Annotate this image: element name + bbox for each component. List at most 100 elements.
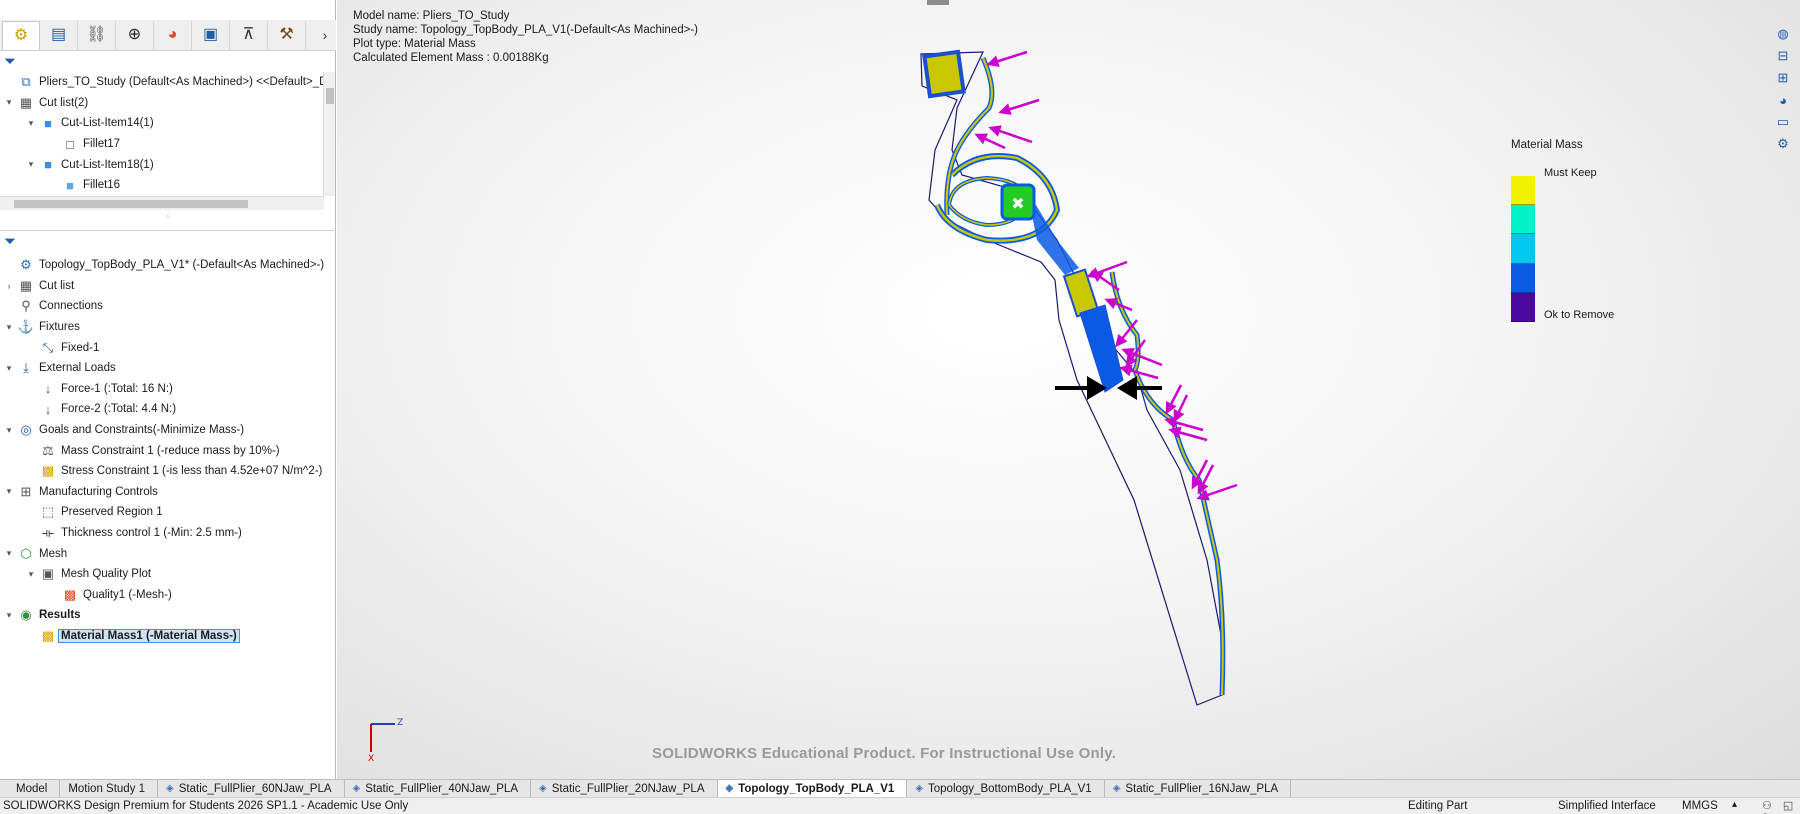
document-tab[interactable]: ◈ Topology_BottomBody_PLA_V1 bbox=[907, 780, 1105, 797]
display-style-icon[interactable]: ⊟ bbox=[1772, 46, 1794, 66]
tree-item[interactable]: ⤡ Fixed-1 bbox=[0, 337, 336, 358]
tree-item[interactable]: ▾ ▦ Cut list(2) bbox=[0, 93, 336, 114]
tree-item[interactable]: ▾ ⤓ External Loads bbox=[0, 358, 336, 379]
scene-icon[interactable]: ▭ bbox=[1772, 112, 1794, 132]
expand-toggle-icon[interactable]: ▾ bbox=[2, 97, 16, 108]
expand-toggle-icon[interactable]: ▾ bbox=[24, 118, 38, 129]
tree-item[interactable]: ⚲ Connections bbox=[0, 296, 336, 317]
study-tree-filter[interactable]: ⏷ bbox=[0, 230, 336, 252]
panel-splitter[interactable]: ⁘ bbox=[0, 214, 336, 222]
tree-item[interactable]: ▩ Quality1 (-Mesh-) bbox=[0, 585, 336, 606]
units-selector[interactable]: MMGS bbox=[1682, 800, 1718, 812]
tree-item-label: Cut list bbox=[39, 279, 75, 292]
expand-toggle-icon[interactable]: › bbox=[2, 281, 16, 291]
filter-icon[interactable]: ⏷ bbox=[4, 233, 16, 250]
appearance-icon[interactable]: ◕ bbox=[1772, 90, 1794, 110]
tree-item[interactable]: ▩ Stress Constraint 1 (-is less than 4.52… bbox=[0, 461, 336, 482]
folder-icon: ■ bbox=[44, 157, 52, 173]
tree-item[interactable]: ▾ ⊞ Manufacturing Controls bbox=[0, 482, 336, 503]
tree-item[interactable]: ▾ ■ Cut-List-Item14(1) bbox=[0, 113, 336, 134]
expand-toggle-icon[interactable]: ▾ bbox=[24, 569, 38, 580]
expand-toggle-icon[interactable]: ▾ bbox=[2, 486, 16, 497]
cutlist-vertical-scrollbar[interactable] bbox=[323, 72, 335, 196]
expand-toggle-icon[interactable]: ▾ bbox=[2, 322, 16, 333]
tab-scroll-right-icon[interactable]: › bbox=[314, 27, 336, 43]
tree-item[interactable]: ⟛ Thickness control 1 (-Min: 2.5 mm-) bbox=[0, 523, 336, 544]
expand-toggle-icon[interactable]: ▾ bbox=[2, 610, 16, 621]
status-tool-icons[interactable]: ⚇ ◱ ? bbox=[1762, 799, 1800, 814]
tree-item[interactable]: ⬚ Preserved Region 1 bbox=[0, 502, 336, 523]
document-tab[interactable]: ◈ Static_FullPlier_40NJaw_PLA bbox=[345, 780, 532, 797]
document-tab[interactable]: Model bbox=[8, 780, 61, 797]
topology-result-model[interactable]: ✖ bbox=[337, 0, 1800, 779]
document-tab[interactable]: ◈ Static_FullPlier_20NJaw_PLA bbox=[531, 780, 718, 797]
manager-tab[interactable]: ⚙ bbox=[2, 20, 40, 50]
manager-tab[interactable]: ◕ bbox=[154, 20, 192, 50]
status-interface[interactable]: Simplified Interface bbox=[1558, 800, 1656, 812]
pivot-marker: ✖ bbox=[1011, 194, 1024, 213]
material-mass-legend: Material Mass Must Keep Ok to Remove bbox=[1511, 139, 1651, 323]
document-tab[interactable]: ◈ Topology_TopBody_PLA_V1 bbox=[717, 780, 908, 797]
tree-item[interactable]: ▾ ⚓ Fixtures bbox=[0, 317, 336, 338]
load-arrows[interactable] bbox=[974, 50, 1238, 501]
view-orientation-icon[interactable]: ◍ bbox=[1772, 24, 1794, 44]
units-arrow-icon[interactable]: ▴ bbox=[1732, 799, 1737, 810]
tree-item[interactable]: ⚖ Mass Constraint 1 (-reduce mass by 10%-… bbox=[0, 440, 336, 461]
document-tab[interactable]: Motion Study 1 bbox=[60, 780, 159, 797]
tree-item-label: Manufacturing Controls bbox=[39, 485, 158, 498]
manager-tab[interactable]: ⛓ bbox=[78, 20, 116, 50]
manager-tab[interactable]: ▤ bbox=[40, 20, 78, 50]
manager-tab[interactable]: ▣ bbox=[192, 20, 230, 50]
tree-item[interactable]: □ Fillet17 bbox=[0, 134, 336, 155]
expand-toggle-icon[interactable]: ▾ bbox=[2, 363, 16, 374]
tree-item-label: Mesh Quality Plot bbox=[61, 568, 152, 581]
handle-rib[interactable] bbox=[1109, 271, 1226, 696]
tree-item[interactable]: ▾ ■ Cut-List-Item18(1) bbox=[0, 154, 336, 175]
tree-item-label: Force-2 (:Total: 4.4 N:) bbox=[61, 403, 177, 416]
view-settings-icon[interactable]: ⚙ bbox=[1772, 134, 1794, 154]
cutlist-filter[interactable]: ⏷ bbox=[0, 50, 336, 72]
jaw-keep-region[interactable] bbox=[922, 49, 966, 99]
tree-item[interactable]: ▾ ◉ Results bbox=[0, 605, 336, 626]
status-product: SOLIDWORKS Design Premium for Students 2… bbox=[3, 800, 409, 812]
graphics-area[interactable]: Model name: Pliers_TO_Study Study name: … bbox=[337, 0, 1800, 779]
expand-toggle-icon[interactable]: ▾ bbox=[24, 159, 38, 170]
tree-item[interactable]: ▾ ◎ Goals and Constraints(-Minimize Mass-) bbox=[0, 420, 336, 441]
scrollbar-thumb[interactable] bbox=[326, 88, 334, 104]
tab-nav[interactable] bbox=[0, 780, 8, 797]
load-arrow-head bbox=[998, 103, 1012, 115]
tree-item[interactable]: › ▦ Cut list bbox=[0, 276, 336, 297]
manager-tab[interactable]: ⊕ bbox=[116, 20, 154, 50]
plier-outline[interactable] bbox=[920, 51, 1223, 706]
manager-tab[interactable]: ⊼ bbox=[230, 20, 268, 50]
hide-show-icon[interactable]: ⊞ bbox=[1772, 68, 1794, 88]
tree-item-label: Force-1 (:Total: 16 N:) bbox=[61, 382, 173, 395]
tree-item[interactable]: ⚙ Topology_TopBody_PLA_V1* (-Default<As M… bbox=[0, 255, 336, 276]
scrollbar-thumb[interactable] bbox=[14, 200, 248, 208]
cam-manager-icon: ⊼ bbox=[242, 26, 255, 43]
tree-item[interactable]: ⧉ Pliers_TO_Study (Default<As Machined>) … bbox=[0, 72, 336, 93]
tree-item-label: Fixed-1 bbox=[61, 341, 100, 354]
document-tab-label: Topology_TopBody_PLA_V1 bbox=[738, 782, 895, 795]
solid-body-icon: ■ bbox=[66, 177, 74, 193]
expand-toggle-icon[interactable]: ▾ bbox=[2, 425, 16, 436]
triad-z-label: Z bbox=[397, 718, 403, 728]
tree-item-label: Fixtures bbox=[39, 321, 80, 334]
document-tab[interactable]: ◈ Static_FullPlier_60NJaw_PLA bbox=[158, 780, 345, 797]
tree-item[interactable]: ↓ Force-2 (:Total: 4.4 N:) bbox=[0, 399, 336, 420]
legend-color-segment bbox=[1511, 176, 1535, 206]
tree-item[interactable]: ↓ Force-1 (:Total: 16 N:) bbox=[0, 379, 336, 400]
expand-toggle-icon[interactable]: ▾ bbox=[2, 548, 16, 559]
cutlist-horizontal-scrollbar[interactable] bbox=[0, 196, 324, 210]
tree-item-label: External Loads bbox=[39, 362, 116, 375]
manager-tab[interactable]: ⚒ bbox=[268, 20, 306, 50]
tree-item[interactable]: ▾ ▣ Mesh Quality Plot bbox=[0, 564, 336, 585]
handle-remove-region[interactable] bbox=[1079, 304, 1124, 393]
tree-item[interactable]: ▾ ⬡ Mesh bbox=[0, 543, 336, 564]
document-tab[interactable]: ◈ Static_FullPlier_16NJaw_PLA bbox=[1105, 780, 1292, 797]
handle-rib[interactable] bbox=[1111, 271, 1224, 696]
tree-item[interactable]: ▩ Material Mass1 (-Material Mass-) bbox=[0, 626, 336, 647]
tree-item[interactable]: ■ Fillet16 bbox=[0, 175, 336, 196]
load-arrow-head bbox=[1168, 426, 1182, 439]
filter-icon[interactable]: ⏷ bbox=[4, 53, 16, 70]
